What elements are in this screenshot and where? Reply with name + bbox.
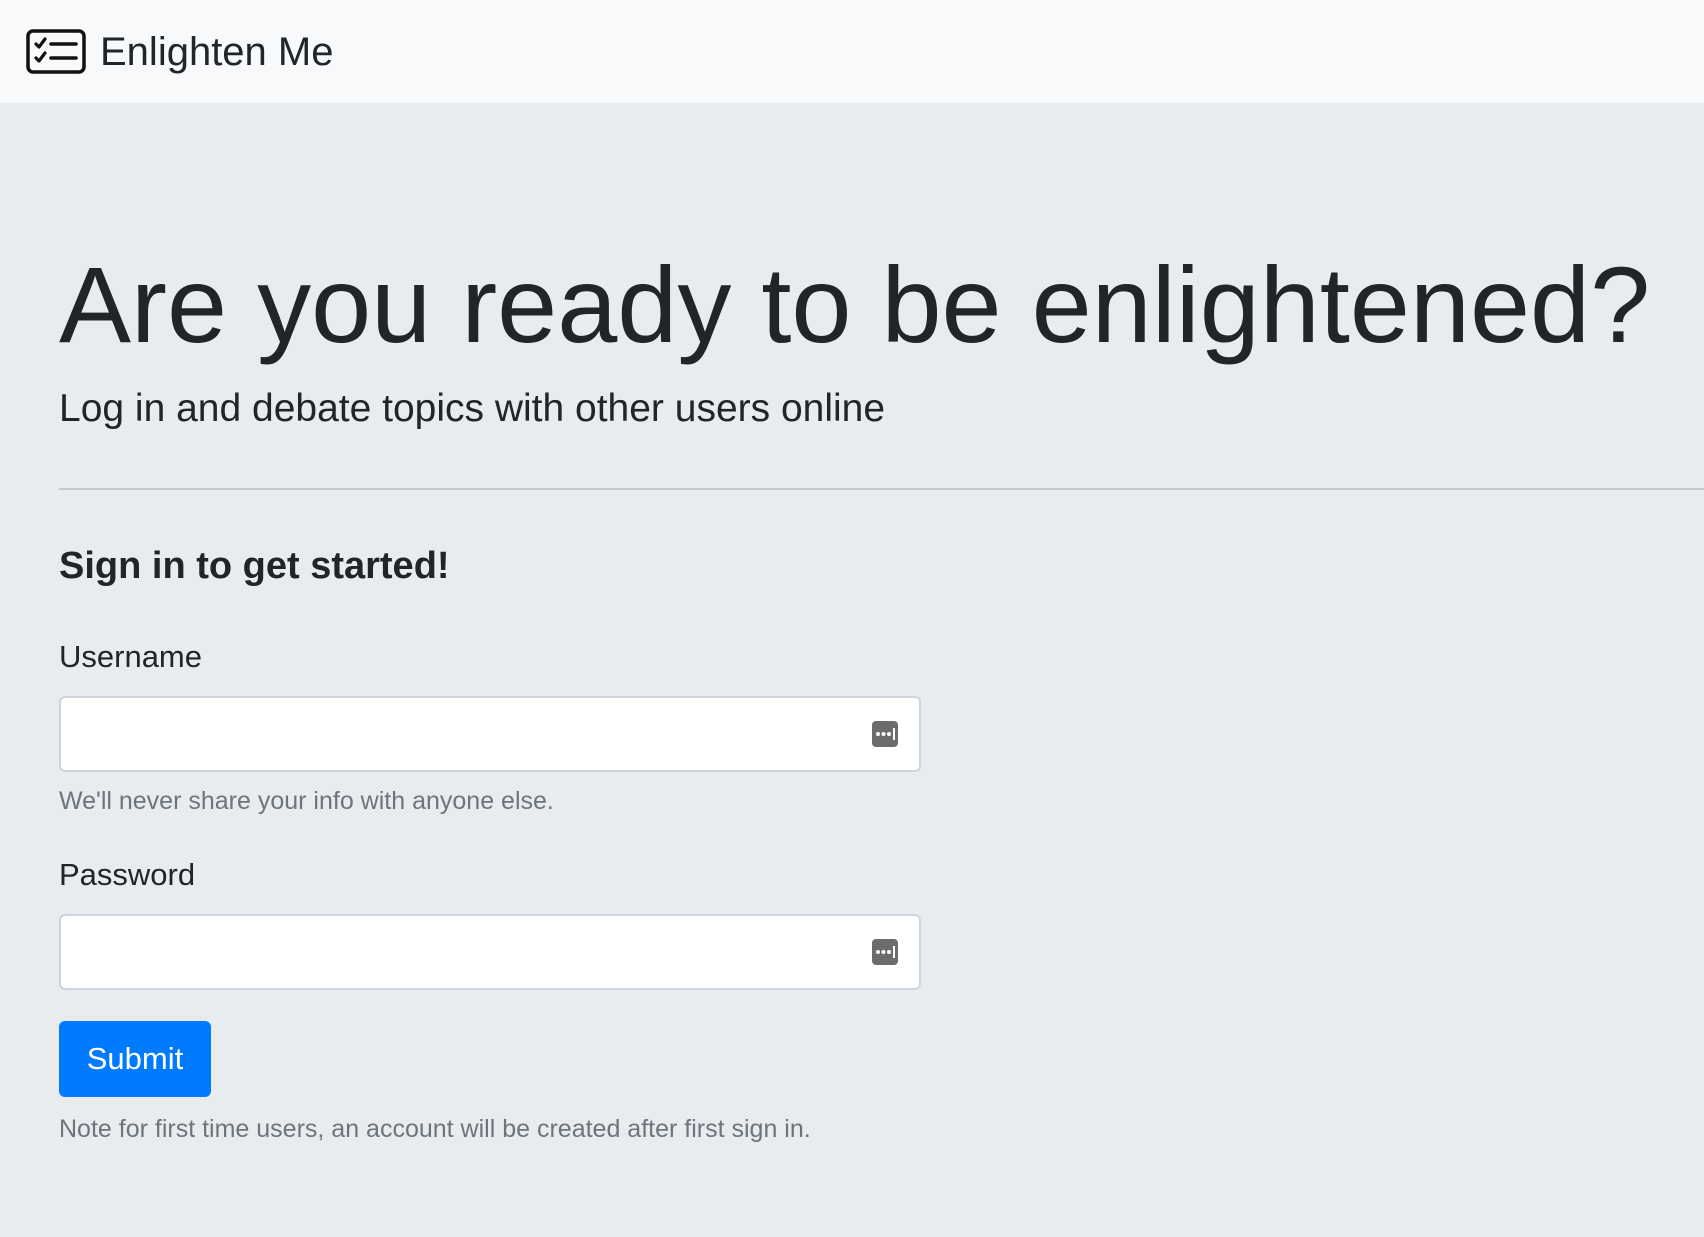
username-input[interactable] bbox=[61, 698, 851, 770]
page-title: Are you ready to be enlightened? bbox=[59, 244, 1651, 365]
submit-button[interactable]: Submit bbox=[59, 1021, 211, 1097]
password-label: Password bbox=[59, 857, 196, 892]
password-manager-icon[interactable] bbox=[871, 720, 899, 748]
password-input[interactable] bbox=[61, 916, 851, 988]
brand-name: Enlighten Me bbox=[100, 29, 334, 74]
username-label: Username bbox=[59, 639, 202, 674]
signin-heading: Sign in to get started! bbox=[59, 545, 450, 587]
brand-link[interactable]: Enlighten Me bbox=[26, 28, 333, 76]
username-help-text: We'll never share your info with anyone … bbox=[59, 787, 554, 815]
password-manager-icon[interactable] bbox=[871, 938, 899, 966]
first-time-note: Note for first time users, an account wi… bbox=[59, 1115, 811, 1143]
checklist-icon bbox=[26, 28, 86, 74]
password-field-wrapper bbox=[59, 914, 921, 990]
username-field-wrapper bbox=[59, 696, 921, 772]
divider bbox=[59, 488, 1704, 490]
hero-section: Are you ready to be enlightened? Log in … bbox=[0, 103, 1704, 1237]
lead-text: Log in and debate topics with other user… bbox=[59, 387, 886, 430]
navbar: Enlighten Me bbox=[0, 0, 1704, 103]
